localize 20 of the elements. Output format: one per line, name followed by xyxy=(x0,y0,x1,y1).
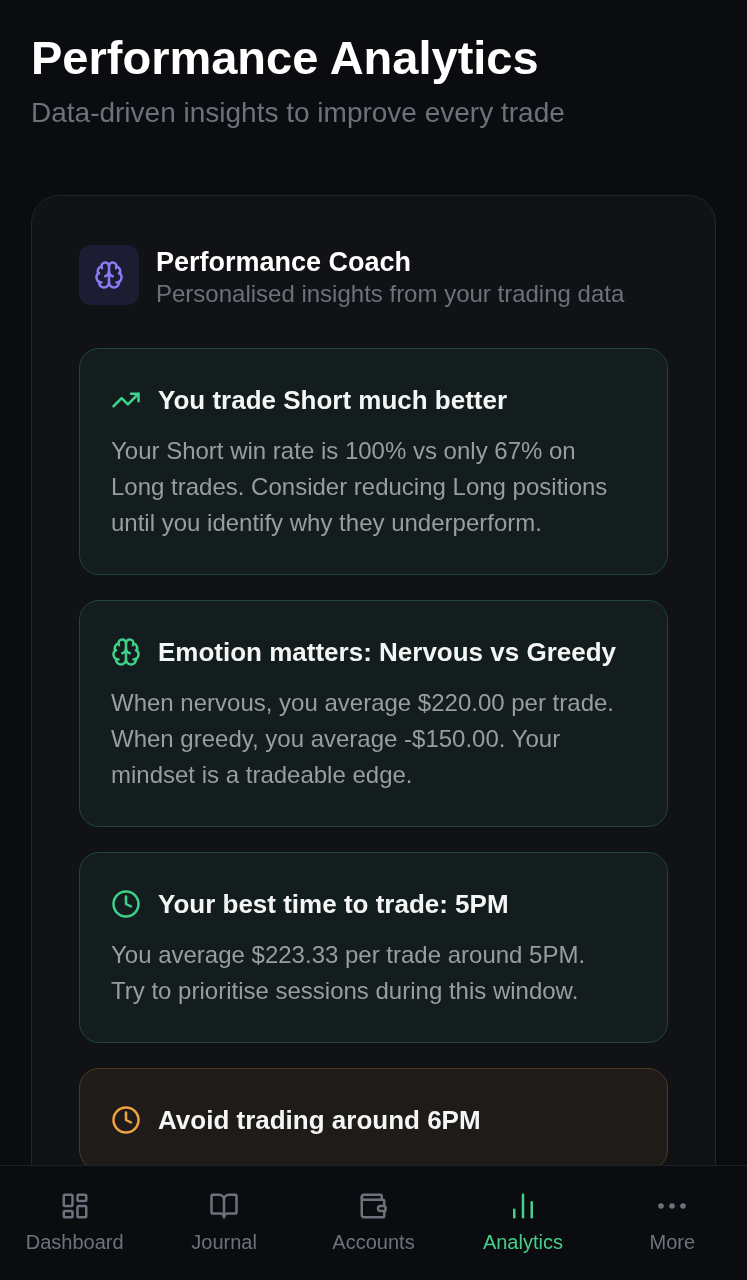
coach-subtitle: Personalised insights from your trading data xyxy=(156,279,625,309)
nav-tab[interactable]: Accounts xyxy=(332,1191,415,1254)
page-title: Performance Analytics xyxy=(31,30,539,86)
nav-tab[interactable]: Analytics xyxy=(482,1191,563,1254)
insight-text: When nervous, you average $220.00 per trade. When greedy, you average -$150.00. Your mindset is a tradeable edge. xyxy=(111,688,615,790)
nav-tab[interactable]: Journal xyxy=(191,1191,257,1254)
wallet-icon xyxy=(358,1191,389,1221)
insight-title: Avoid trading around 6PM xyxy=(158,1104,481,1136)
book-icon xyxy=(209,1191,240,1221)
insight-text: You average $223.33 per trade around 5PM. Try to prioritise sessions during this window. xyxy=(111,940,587,1006)
brain-icon xyxy=(79,245,139,305)
coach-title: Performance Coach xyxy=(156,246,412,279)
nav-tab[interactable]: Dashboard xyxy=(25,1191,124,1254)
more-icon xyxy=(658,1203,687,1209)
insight-title: Emotion matters: Nervous vs Greedy xyxy=(158,636,617,668)
nav-tab[interactable]: More xyxy=(649,1191,696,1254)
page-subtitle: Data-driven insights to improve every trade xyxy=(31,96,565,130)
insight-text: Your Short win rate is 100% vs only 67% on Long trades. Consider reducing Long positions until you identify why they underperform. xyxy=(111,436,609,538)
insight-title: You trade Short much better xyxy=(158,384,508,416)
insight-title: Your best time to trade: 5PM xyxy=(158,888,509,920)
